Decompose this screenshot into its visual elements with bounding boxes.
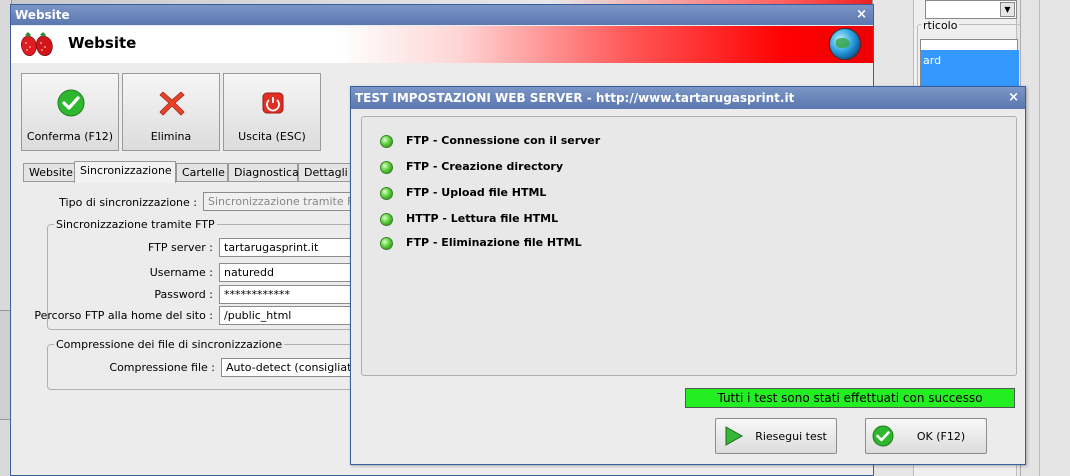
test-row: FTP - Creazione directory xyxy=(376,157,676,177)
globe-icon xyxy=(829,28,861,60)
tab-cartelle[interactable]: Cartelle xyxy=(176,163,228,182)
ok-button-label: OK (F12) xyxy=(916,430,966,443)
background-dropdown[interactable]: ▼ xyxy=(925,0,1017,19)
tab-sincronizzazione[interactable]: Sincronizzazione xyxy=(74,161,176,183)
status-ok-icon xyxy=(380,135,393,148)
power-icon xyxy=(262,92,284,114)
window-titlebar: Website × xyxy=(11,5,873,25)
check-circle-icon xyxy=(57,89,85,117)
dialog-title: TEST IMPOSTAZIONI WEB SERVER - http://ww… xyxy=(355,91,795,105)
window-banner: Website xyxy=(11,26,873,63)
window-title: Website xyxy=(15,8,70,22)
compression-group-title: Compressione dei file di sincronizzazion… xyxy=(54,338,285,351)
status-ok-icon xyxy=(380,237,393,250)
chevron-down-icon[interactable]: ▼ xyxy=(1000,2,1015,17)
username-label: Username : xyxy=(149,266,213,279)
rerun-test-label: Riesegui test xyxy=(755,430,827,443)
red-x-icon xyxy=(159,91,185,116)
test-results-panel: FTP - Connessione con il server FTP - Cr… xyxy=(361,116,1017,376)
test-label: FTP - Eliminazione file HTML xyxy=(406,236,582,249)
tab-website[interactable]: Website xyxy=(23,163,75,182)
result-status-bar: Tutti i test sono stati effettuati con s… xyxy=(685,388,1015,408)
background-list-selected-item[interactable]: ard xyxy=(921,50,1019,90)
ftp-server-input[interactable]: tartarugasprint.it xyxy=(219,238,359,257)
exit-button[interactable]: Uscita (ESC) xyxy=(223,73,321,151)
tab-diagnostica[interactable]: Diagnostica xyxy=(228,163,299,182)
confirm-button-label: Conferma (F12) xyxy=(26,130,114,143)
test-row: FTP - Eliminazione file HTML xyxy=(376,233,676,253)
test-label: FTP - Upload file HTML xyxy=(406,186,547,199)
play-icon xyxy=(725,426,744,446)
password-input[interactable]: ************ xyxy=(219,285,359,304)
confirm-button[interactable]: Conferma (F12) xyxy=(21,73,119,151)
test-dialog: TEST IMPOSTAZIONI WEB SERVER - http://ww… xyxy=(350,86,1026,465)
test-row: HTTP - Lettura file HTML xyxy=(376,209,676,229)
status-ok-icon xyxy=(380,161,393,174)
status-ok-icon xyxy=(380,213,393,226)
test-label: FTP - Connessione con il server xyxy=(406,134,601,147)
strawberry-icon xyxy=(21,32,53,57)
ftp-group-title: Sincronizzazione tramite FTP xyxy=(54,218,217,231)
dialog-titlebar: TEST IMPOSTAZIONI WEB SERVER - http://ww… xyxy=(351,87,1025,109)
exit-button-label: Uscita (ESC) xyxy=(238,130,306,143)
ftp-path-input[interactable]: /public_html xyxy=(219,306,359,325)
close-icon[interactable]: × xyxy=(1008,87,1019,109)
username-input[interactable]: naturedd xyxy=(219,263,359,282)
ftp-server-label: FTP server : xyxy=(147,241,213,254)
delete-button[interactable]: Elimina xyxy=(122,73,220,151)
sync-type-select[interactable]: Sincronizzazione tramite FTP/H xyxy=(203,192,363,211)
sync-type-label: Tipo di sincronizzazione : xyxy=(59,196,197,209)
background-list-label: rticolo xyxy=(921,19,960,32)
status-ok-icon xyxy=(380,187,393,200)
test-row: FTP - Connessione con il server xyxy=(376,131,676,151)
delete-button-label: Elimina xyxy=(150,130,192,143)
password-label: Password : xyxy=(154,288,213,301)
check-circle-icon xyxy=(872,425,894,447)
test-row: FTP - Upload file HTML xyxy=(376,183,676,203)
compression-label: Compressione file : xyxy=(109,361,215,374)
ok-button[interactable]: OK (F12) xyxy=(865,418,987,454)
test-label: FTP - Creazione directory xyxy=(406,160,563,173)
banner-title: Website xyxy=(68,34,137,52)
ftp-path-label: Percorso FTP alla home del sito : xyxy=(34,309,213,322)
background-right-edge xyxy=(1020,0,1070,476)
compression-select[interactable]: Auto-detect (consigliato) xyxy=(221,358,359,377)
test-label: HTTP - Lettura file HTML xyxy=(406,212,559,225)
close-icon[interactable]: × xyxy=(856,5,867,25)
rerun-test-button[interactable]: Riesegui test xyxy=(715,418,837,454)
